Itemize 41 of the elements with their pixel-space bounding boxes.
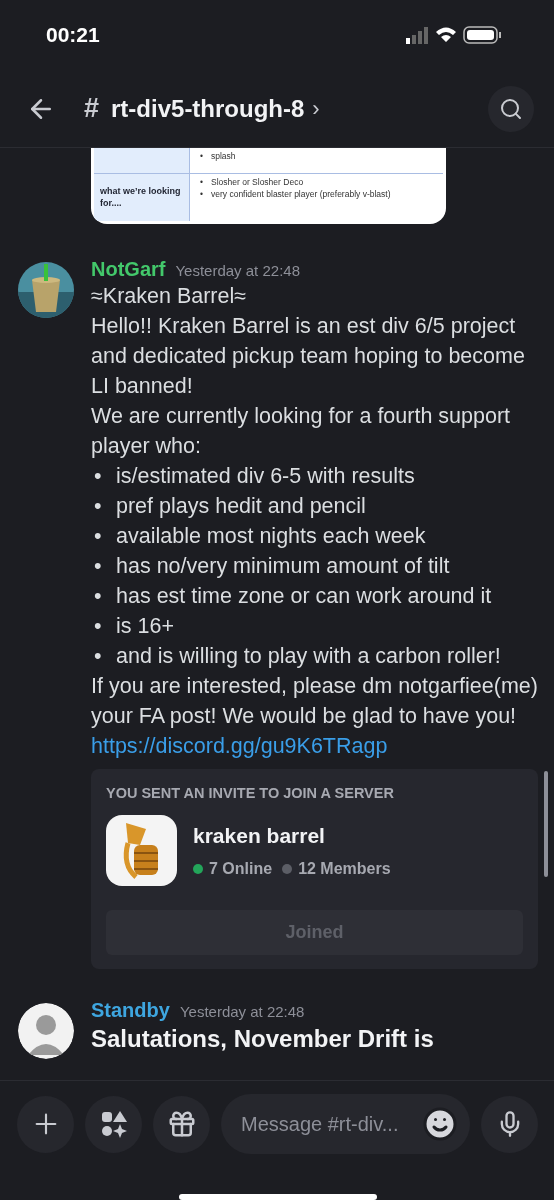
document-list-item: Slosher or Slosher Deco — [211, 176, 304, 189]
timestamp: Yesterday at 22:48 — [179, 1003, 305, 1021]
bullet-mark: • — [93, 583, 103, 611]
bullet-item: is/estimated div 6-5 with results — [116, 463, 415, 491]
bullet-mark: • — [93, 553, 103, 581]
bullet-item: and is willing to play with a carbon roller! — [116, 643, 501, 671]
bullet-item: has no/very minimum amount of tilt — [116, 553, 450, 581]
server-name: kraken barrel — [193, 823, 326, 848]
invite-heading: YOU SENT AN INVITE TO JOIN A SERVER — [106, 785, 395, 802]
chevron-icon: › — [312, 95, 320, 122]
author-name[interactable]: NotGarf — [91, 258, 166, 282]
bullet-mark: • — [200, 151, 203, 163]
hash-icon: # — [84, 93, 100, 124]
bullet-mark: • — [93, 613, 103, 641]
member-count: 12 Members — [298, 859, 391, 878]
bullet-item: available most nights each week — [116, 523, 426, 551]
bullet-mark: • — [200, 188, 203, 201]
bullet-mark: • — [93, 463, 103, 491]
bullet-mark: • — [93, 493, 103, 521]
author-name[interactable]: Standby — [91, 999, 170, 1023]
message-text: We are currently looking for a fourth support player who: — [91, 403, 512, 461]
bullet-item: is 16+ — [116, 613, 174, 641]
message-text: If you are interested, please dm notgarfiee(me) your FA post! We would be glad to have you! — [91, 673, 539, 731]
message-text: ≈Kraken Barrel≈ — [91, 283, 248, 311]
document-list-item: splash — [211, 151, 236, 163]
message-field[interactable]: Message #rt-div... — [221, 1094, 470, 1154]
bullet-mark: • — [93, 523, 103, 551]
bullet-item: has est time zone or can work around it — [116, 583, 492, 611]
status-time: 00:21 — [46, 23, 100, 47]
bullet-mark: • — [93, 643, 103, 671]
invite-link[interactable]: https://discord.gg/gu9K6TRagp — [91, 734, 388, 759]
timestamp: Yesterday at 22:48 — [175, 262, 300, 280]
bullet-item: pref plays hedit and pencil — [116, 493, 366, 521]
message-text: Salutations, November Drift is — [91, 1024, 435, 1055]
bullet-mark: • — [200, 176, 203, 189]
message-text: Hello!! Kraken Barrel is an est div 6/5 project and dedicated pickup team hoping to become LI banned! — [91, 313, 526, 401]
document-label: what we’re looking for.... — [94, 173, 190, 222]
channel-title[interactable]: rt-div5-through-8 — [111, 94, 305, 123]
document-list-item: very confident blaster player (preferably v-blast) — [211, 188, 391, 201]
online-count: 7 Online — [209, 859, 273, 878]
document-image[interactable]: • splash what we’re looking for.... • Slosher or Slosher Deco • very confident blaster player (preferably v-blast) — [91, 148, 446, 225]
